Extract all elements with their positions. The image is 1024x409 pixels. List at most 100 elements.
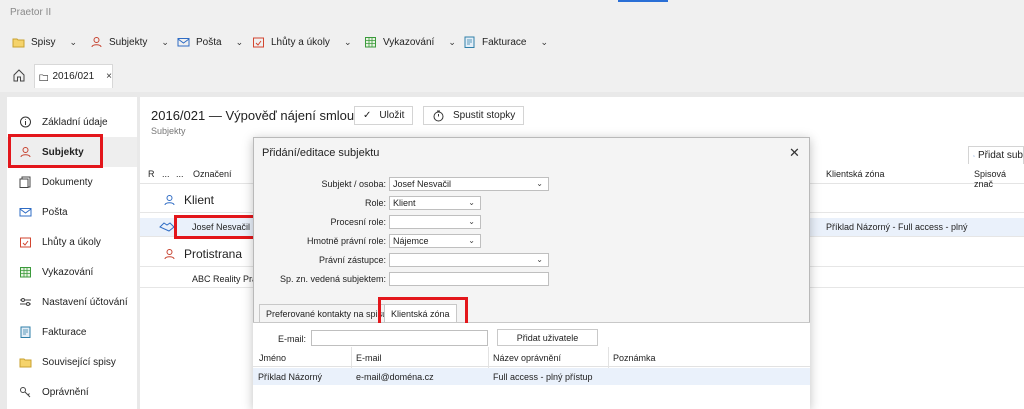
settings-sliders-icon xyxy=(20,298,31,306)
chevron-down-icon: ⌄ xyxy=(536,255,543,264)
column-dots-2[interactable]: ... xyxy=(176,169,184,179)
sidebar-item-label: Pošta xyxy=(42,206,68,218)
add-subject-button[interactable]: Přidat sub xyxy=(968,146,1024,165)
menu-posta[interactable]: Pošta ⌄ xyxy=(177,34,243,50)
key-icon xyxy=(20,387,31,398)
sidebar-item-label: Nastavení účtování xyxy=(42,296,128,308)
hmotne-pravni-role-select[interactable]: Nájemce ⌄ xyxy=(389,234,481,248)
tab-bar xyxy=(0,58,1024,92)
chevron-down-icon: ⌄ xyxy=(468,217,475,226)
person-icon xyxy=(91,37,102,48)
tab-label: Preferované kontakty na spisu xyxy=(266,309,388,319)
role-select[interactable]: Klient ⌄ xyxy=(389,196,481,210)
sidebar-item-fakturace[interactable]: Fakturace xyxy=(7,317,137,347)
check-icon: ✓ xyxy=(363,110,372,121)
stopwatch-icon xyxy=(433,110,444,121)
highlight-sidebar-subjekty xyxy=(8,134,103,168)
field-value: Klient xyxy=(393,198,416,208)
sidebar-item-label: Lhůty a úkoly xyxy=(42,236,101,248)
procesni-role-select[interactable]: ⌄ xyxy=(389,215,481,229)
sidebar-item-zakladni-udaje[interactable]: Základní údaje xyxy=(7,107,137,137)
close-icon[interactable]: ✕ xyxy=(789,145,800,161)
info-icon xyxy=(20,116,31,128)
menu-spisy[interactable]: Spisy ⌄ xyxy=(12,34,77,50)
group-label: Klient xyxy=(184,193,215,207)
spreadsheet-icon xyxy=(20,267,31,278)
add-person-icon xyxy=(973,154,975,157)
person-icon xyxy=(164,249,175,260)
dialog-title: Přidání/editace subjektu xyxy=(262,147,380,159)
user-permission: Full access - plný přístup xyxy=(493,372,593,382)
column-jmeno[interactable]: Jméno xyxy=(259,353,286,363)
sidebar-item-opravneni[interactable]: Oprávnění xyxy=(7,377,137,407)
calendar-check-icon xyxy=(20,237,31,248)
chevron-down-icon: ⌄ xyxy=(448,36,456,47)
folder-icon xyxy=(39,73,49,81)
page-title: 2016/021 — Výpověď nájení smlouvy xyxy=(151,108,368,123)
chevron-down-icon: ⌄ xyxy=(235,36,244,47)
label-email: E-mail: xyxy=(277,334,306,344)
menu-label: Pošta xyxy=(196,36,222,48)
person-icon xyxy=(164,195,175,206)
tab-2016-021[interactable]: 2016/021 × xyxy=(34,64,113,88)
menu-label: Fakturace xyxy=(482,36,527,48)
mail-icon xyxy=(19,208,32,217)
column-email[interactable]: E-mail xyxy=(356,353,382,363)
sidebar-item-dokumenty[interactable]: Dokumenty xyxy=(7,167,137,197)
save-button[interactable]: ✓ Uložit xyxy=(354,106,414,125)
column-poznamka[interactable]: Poznámka xyxy=(613,353,656,363)
menu-lhuty[interactable]: Lhůty a úkoly ⌄ xyxy=(252,34,351,50)
stopwatch-button[interactable]: Spustit stopky xyxy=(423,106,525,125)
sidebar-item-nastaveni-uctovani[interactable]: Nastavení účtování xyxy=(7,287,137,317)
menu-label: Vykazování xyxy=(383,36,435,48)
sidebar-item-posta[interactable]: Pošta xyxy=(7,197,137,227)
invoice-icon xyxy=(20,326,31,338)
home-icon[interactable] xyxy=(12,68,26,82)
sidebar-item-label: Oprávnění xyxy=(42,386,89,398)
mail-icon xyxy=(177,38,190,47)
tab-preferovane-kontakty[interactable]: Preferované kontakty na spisu xyxy=(259,304,395,322)
sp-zn-input[interactable] xyxy=(389,272,549,286)
sidebar-item-lhuty[interactable]: Lhůty a úkoly xyxy=(7,227,137,257)
column-r[interactable]: R xyxy=(148,169,155,179)
menu-vykazovani[interactable]: Vykazování ⌄ xyxy=(364,34,456,50)
column-dots-1[interactable]: ... xyxy=(162,169,170,179)
page-subtitle: Subjekty xyxy=(151,126,186,136)
tab-label: 2016/021 xyxy=(52,71,95,82)
column-spisova[interactable]: Spisová znač xyxy=(974,169,1024,189)
group-protistrana[interactable]: Protistrana xyxy=(163,247,242,261)
column-oznaceni[interactable]: Označení xyxy=(193,169,232,179)
folder-icon xyxy=(12,38,25,48)
sidebar-item-souvisejici-spisy[interactable]: Související spisy xyxy=(7,347,137,377)
save-label: Uložit xyxy=(379,110,405,121)
column-klientska-zona[interactable]: Klientská zóna xyxy=(826,169,885,179)
column-nazev-opravneni[interactable]: Název oprávnění xyxy=(493,353,561,363)
chevron-down-icon: ⌄ xyxy=(69,36,77,47)
title-bar: Praetor II xyxy=(0,0,1024,26)
menu-label: Spisy xyxy=(31,36,56,48)
field-value: Josef Nesvačil xyxy=(393,179,452,189)
chevron-down-icon: ⌄ xyxy=(540,36,549,47)
handshake-icon xyxy=(159,222,175,232)
sidebar-item-vykazovani[interactable]: Vykazování xyxy=(7,257,137,287)
sidebar-item-label: Vykazování xyxy=(42,266,94,278)
documents-icon xyxy=(19,176,31,188)
menu-subjekty[interactable]: Subjekty ⌄ xyxy=(90,34,169,50)
pravni-zastupce-select[interactable]: ⌄ xyxy=(389,253,549,267)
add-user-label: Přidat uživatele xyxy=(516,332,579,343)
invoice-icon xyxy=(464,36,475,48)
close-icon[interactable]: × xyxy=(106,71,112,82)
sidebar-item-label: Dokumenty xyxy=(42,176,93,188)
label-hmotne-pravni-role: Hmotně právní role: xyxy=(306,236,386,246)
label-procesni-role: Procesní role: xyxy=(330,217,386,227)
calendar-check-icon xyxy=(253,37,264,48)
label-pravni-zastupce: Právní zástupce: xyxy=(318,255,386,265)
email-field[interactable] xyxy=(311,330,488,346)
folder-icon xyxy=(19,358,32,368)
add-user-button[interactable]: Přidat uživatele xyxy=(497,329,598,346)
subjekt-osoba-select[interactable]: Josef Nesvačil ⌄ xyxy=(389,177,549,191)
menu-fakturace[interactable]: Fakturace ⌄ xyxy=(463,34,548,50)
label-role: Role: xyxy=(364,198,386,208)
group-klient[interactable]: Klient xyxy=(163,193,214,207)
subject-zona: Příklad Názorný - Full access - plný xyxy=(826,222,968,232)
